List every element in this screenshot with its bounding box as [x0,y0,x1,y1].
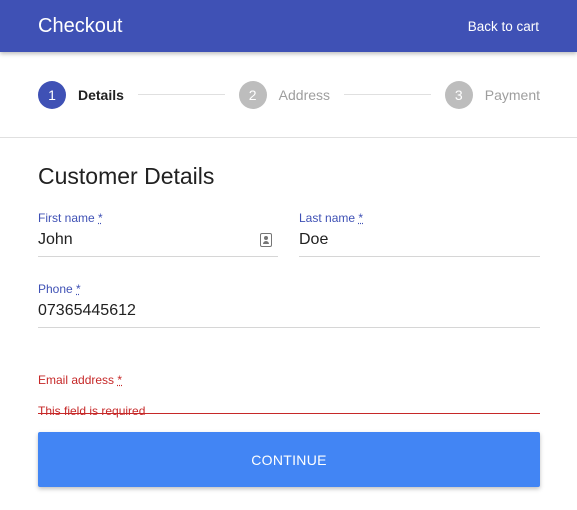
phone-input[interactable] [38,301,540,321]
last-name-label: Last name * [299,211,364,225]
required-marker: * [76,282,81,296]
continue-button[interactable]: CONTINUE [38,432,540,487]
step-label: Address [278,86,331,103]
step-connector [137,94,225,95]
required-marker: * [117,373,123,387]
back-to-cart-link[interactable]: Back to cart [468,19,539,34]
last-name-field: Last name * [299,211,540,257]
first-name-input[interactable] [38,230,278,250]
app-toolbar: Checkout Back to cart [0,0,577,52]
email-label: Email address * [38,373,123,387]
input-underline [299,256,540,257]
input-underline [38,327,540,328]
required-marker: * [358,211,364,225]
step-details[interactable]: 1 Details [38,80,124,109]
checkout-stepper: 1 Details 2 Address 3 Payment [0,52,577,138]
email-error-message: This field is required [38,404,146,418]
step-number: 2 [238,80,267,109]
step-label: Details [78,86,124,103]
last-name-input[interactable] [299,230,540,250]
step-label: Payment [484,86,540,103]
required-marker: * [98,211,103,225]
first-name-label: First name * [38,211,103,225]
step-number: 1 [38,80,66,109]
page-title: Checkout [38,14,123,37]
step-connector [344,94,431,95]
phone-field: Phone * [38,282,540,328]
input-underline [38,256,278,257]
section-title: Customer Details [38,163,215,189]
phone-label: Phone * [38,282,81,296]
step-number: 3 [444,80,473,109]
step-address[interactable]: 2 Address [238,80,331,109]
step-payment[interactable]: 3 Payment [444,80,540,109]
contact-card-icon[interactable] [260,233,272,247]
first-name-field: First name * [38,211,278,257]
